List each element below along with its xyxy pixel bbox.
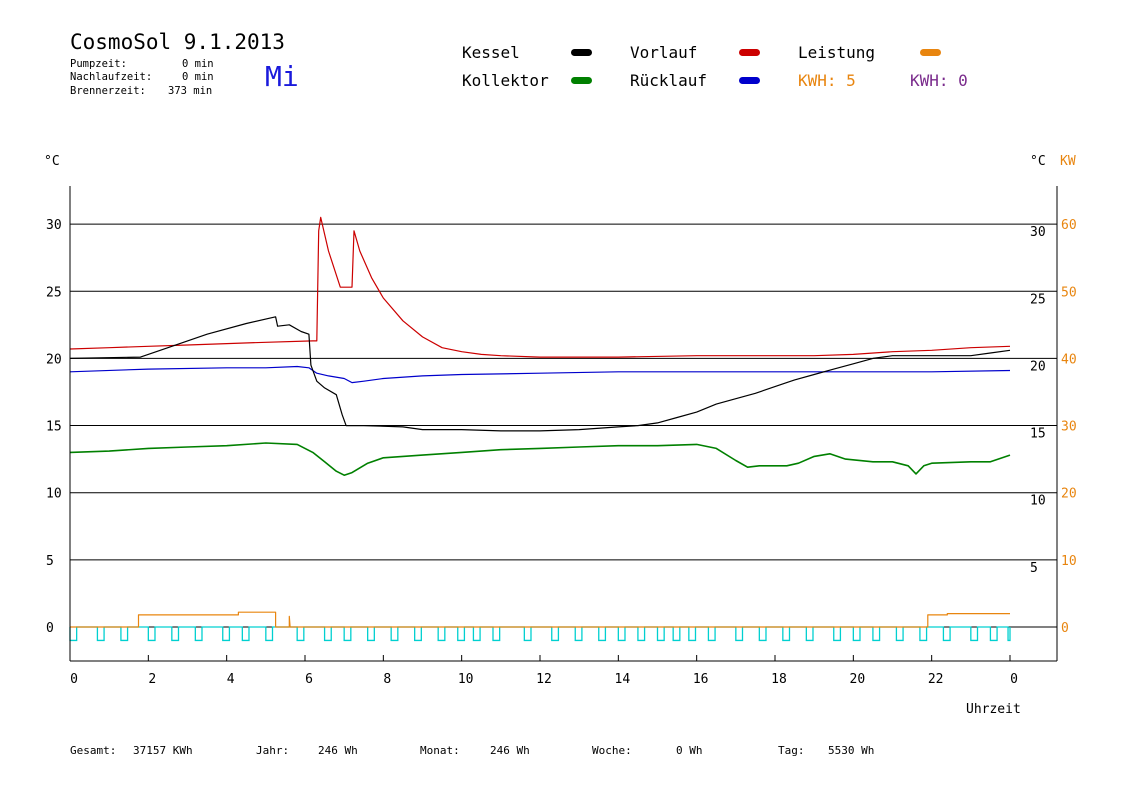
y-tick-right-c-20: 20 [1030, 359, 1046, 374]
footer-woche-label: Woche: [592, 744, 632, 757]
y-tick-left-10: 10 [46, 487, 62, 502]
footer-jahr-label: Jahr: [256, 744, 290, 757]
y-tick-right-kw-0: 0 [1061, 621, 1069, 636]
x-tick-label-5: 10 [458, 672, 474, 687]
x-tick-label-12: 0 [1010, 672, 1018, 687]
y-tick-left-15: 15 [46, 420, 62, 435]
series-ruecklauf-line [69, 365, 1011, 384]
y-tick-right-c-30: 30 [1030, 225, 1046, 240]
series-kollektor-line [69, 442, 1011, 477]
footer-monat-value: 246 Wh [490, 744, 530, 757]
temperature-chart: 0510152025305101520253001020304050600 2 4 6… [46, 186, 1077, 687]
y-tick-left-0: 0 [46, 621, 54, 636]
x-tick-label-1: 2 [148, 672, 156, 687]
y-tick-right-kw-40: 40 [1061, 352, 1077, 367]
series-pump-line [69, 626, 1011, 642]
y-tick-left-25: 25 [46, 285, 62, 300]
y-tick-right-c-5: 5 [1030, 561, 1038, 576]
x-tick-label-0: 0 [70, 672, 78, 687]
y-tick-right-kw-50: 50 [1061, 285, 1077, 300]
x-tick-label-10: 20 [850, 672, 866, 687]
footer-gesamt-label: Gesamt: [70, 744, 117, 757]
series-vorlauf-line [69, 216, 1011, 358]
x-tick-label-9: 18 [771, 672, 787, 687]
x-tick-label-7: 14 [615, 672, 631, 687]
y-tick-right-kw-30: 30 [1061, 420, 1077, 435]
y-tick-right-c-10: 10 [1030, 494, 1046, 509]
footer-gesamt-value: 37157 KWh [133, 744, 193, 757]
x-tick-label-6: 12 [536, 672, 552, 687]
x-tick-label-4: 8 [383, 672, 391, 687]
y-tick-right-kw-20: 20 [1061, 487, 1077, 502]
x-tick-label-3: 6 [305, 672, 313, 687]
footer-tag-label: Tag: [778, 744, 805, 757]
x-tick-label-11: 22 [928, 672, 944, 687]
x-tick-label-2: 4 [227, 672, 235, 687]
y-tick-left-30: 30 [46, 218, 62, 233]
footer-jahr-value: 246 Wh [318, 744, 358, 757]
footer-tag-value: 5530 Wh [828, 744, 875, 757]
series-leistung-line [70, 611, 1010, 628]
y-tick-left-20: 20 [46, 352, 62, 367]
y-tick-right-c-25: 25 [1030, 292, 1046, 307]
y-tick-right-kw-10: 10 [1061, 554, 1077, 569]
x-tick-label-8: 16 [693, 672, 709, 687]
y-tick-right-kw-60: 60 [1061, 218, 1077, 233]
series-kessel-line [69, 316, 1011, 432]
y-tick-right-c-15: 15 [1030, 427, 1046, 442]
footer-monat-label: Monat: [420, 744, 460, 757]
footer-woche-value: 0 Wh [676, 744, 703, 757]
y-tick-left-5: 5 [46, 554, 54, 569]
